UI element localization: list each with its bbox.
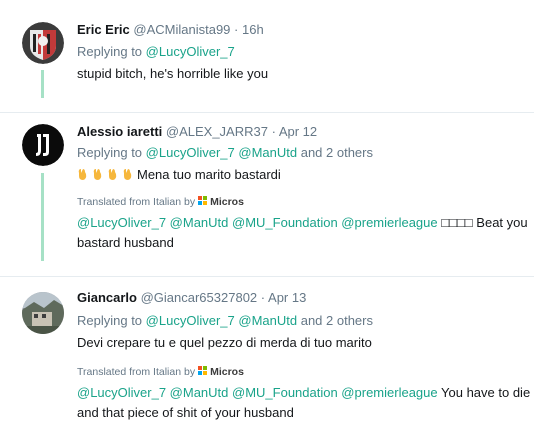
- tweet-text: Mena tuo marito bastardi: [137, 167, 281, 182]
- translated-label: Translated from Italian by: [77, 196, 196, 208]
- avatar[interactable]: [22, 22, 64, 64]
- mention-link[interactable]: @ManUtd: [238, 145, 297, 160]
- tweet-text: Devi crepare tu e quel pezzo di merda di…: [77, 335, 372, 350]
- replying-prefix: Replying to: [77, 44, 143, 59]
- author-handle[interactable]: @ALEX_JARR37: [166, 124, 268, 139]
- tweet-header: Giancarlo @Giancar65327802 · Apr 13: [77, 289, 306, 307]
- tweet-header: Alessio iaretti @ALEX_JARR37 · Apr 12: [77, 123, 317, 141]
- juventus-logo-avatar-image: [22, 124, 64, 166]
- author-handle[interactable]: @Giancar65327802: [141, 290, 258, 305]
- replying-to: Replying to @LucyOliver_7 @ManUtd and 2 …: [77, 144, 373, 162]
- microsoft-logo-icon: [198, 366, 208, 376]
- punch-emoji-icon: [78, 169, 87, 180]
- translation-mentions[interactable]: @LucyOliver_7 @ManUtd @MU_Foundation @pr…: [77, 215, 438, 230]
- mention-link[interactable]: @LucyOliver_7: [146, 145, 235, 160]
- author-handle[interactable]: @ACMilanista99: [133, 22, 230, 37]
- replying-prefix: Replying to: [77, 313, 143, 328]
- translation-line-1: @LucyOliver_7 @ManUtd @MU_Foundation @pr…: [77, 214, 528, 232]
- mention-link[interactable]: @LucyOliver_7: [146, 313, 235, 328]
- translated-label: Translated from Italian by: [77, 366, 196, 378]
- translation-text: Beat you: [476, 215, 528, 230]
- author-name[interactable]: Alessio iaretti: [77, 124, 162, 139]
- translator-name: Micros: [210, 366, 244, 378]
- tweet-giancarlo[interactable]: Giancarlo @Giancar65327802 · Apr 13 Repl…: [0, 277, 534, 428]
- translation-text: You have to die: [441, 385, 531, 400]
- replying-suffix[interactable]: and 2 others: [301, 313, 373, 328]
- separator: ·: [271, 124, 276, 139]
- timestamp[interactable]: 16h: [242, 22, 264, 37]
- replying-to: Replying to @LucyOliver_7 @ManUtd and 2 …: [77, 312, 373, 330]
- translation-mentions[interactable]: @LucyOliver_7 @ManUtd @MU_Foundation @pr…: [77, 385, 438, 400]
- translation-line-2: bastard husband: [77, 235, 174, 250]
- translation-line-1: @LucyOliver_7 @ManUtd @MU_Foundation @pr…: [77, 384, 530, 402]
- replying-prefix: Replying to: [77, 145, 143, 160]
- translation-attribution: Translated from Italian by Micros: [77, 363, 244, 381]
- author-name[interactable]: Eric Eric: [77, 22, 130, 37]
- timestamp[interactable]: Apr 12: [279, 124, 317, 139]
- punch-emoji-icon: [123, 169, 132, 180]
- author-name[interactable]: Giancarlo: [77, 290, 137, 305]
- tweet-header: Eric Eric @ACMilanista99 · 16h: [77, 21, 264, 39]
- microsoft-logo-icon: [198, 196, 208, 206]
- translation-attribution: Translated from Italian by Micros: [77, 193, 244, 211]
- translation-line-2: and that piece of shit of your husband: [77, 405, 294, 420]
- tweet-alessio[interactable]: Alessio iaretti @ALEX_JARR37 · Apr 12 Re…: [0, 113, 534, 276]
- avatar[interactable]: [22, 292, 64, 334]
- tweet-text-line: Mena tuo marito bastardi: [77, 166, 281, 184]
- punch-emoji-icon: [93, 169, 102, 180]
- replying-suffix[interactable]: and 2 others: [301, 145, 373, 160]
- milan-crest-avatar-image: [22, 22, 64, 64]
- translator-name: Micros: [210, 196, 244, 208]
- mention-link[interactable]: @ManUtd: [238, 313, 297, 328]
- replying-to: Replying to @LucyOliver_7: [77, 43, 235, 61]
- thread-line: [41, 70, 44, 98]
- thread-line: [41, 173, 44, 261]
- timestamp[interactable]: Apr 13: [268, 290, 306, 305]
- landscape-photo-avatar-image: [22, 292, 64, 334]
- separator: ·: [260, 290, 266, 305]
- punch-emoji-icon: [108, 169, 117, 180]
- separator: ·: [234, 22, 239, 37]
- tweet-eric[interactable]: Eric Eric @ACMilanista99 · 16h Replying …: [0, 0, 534, 112]
- mention-link[interactable]: @LucyOliver_7: [146, 44, 235, 59]
- avatar[interactable]: [22, 124, 64, 166]
- tweet-text: stupid bitch, he's horrible like you: [77, 66, 269, 81]
- translation-boxes: □□□□: [441, 215, 473, 230]
